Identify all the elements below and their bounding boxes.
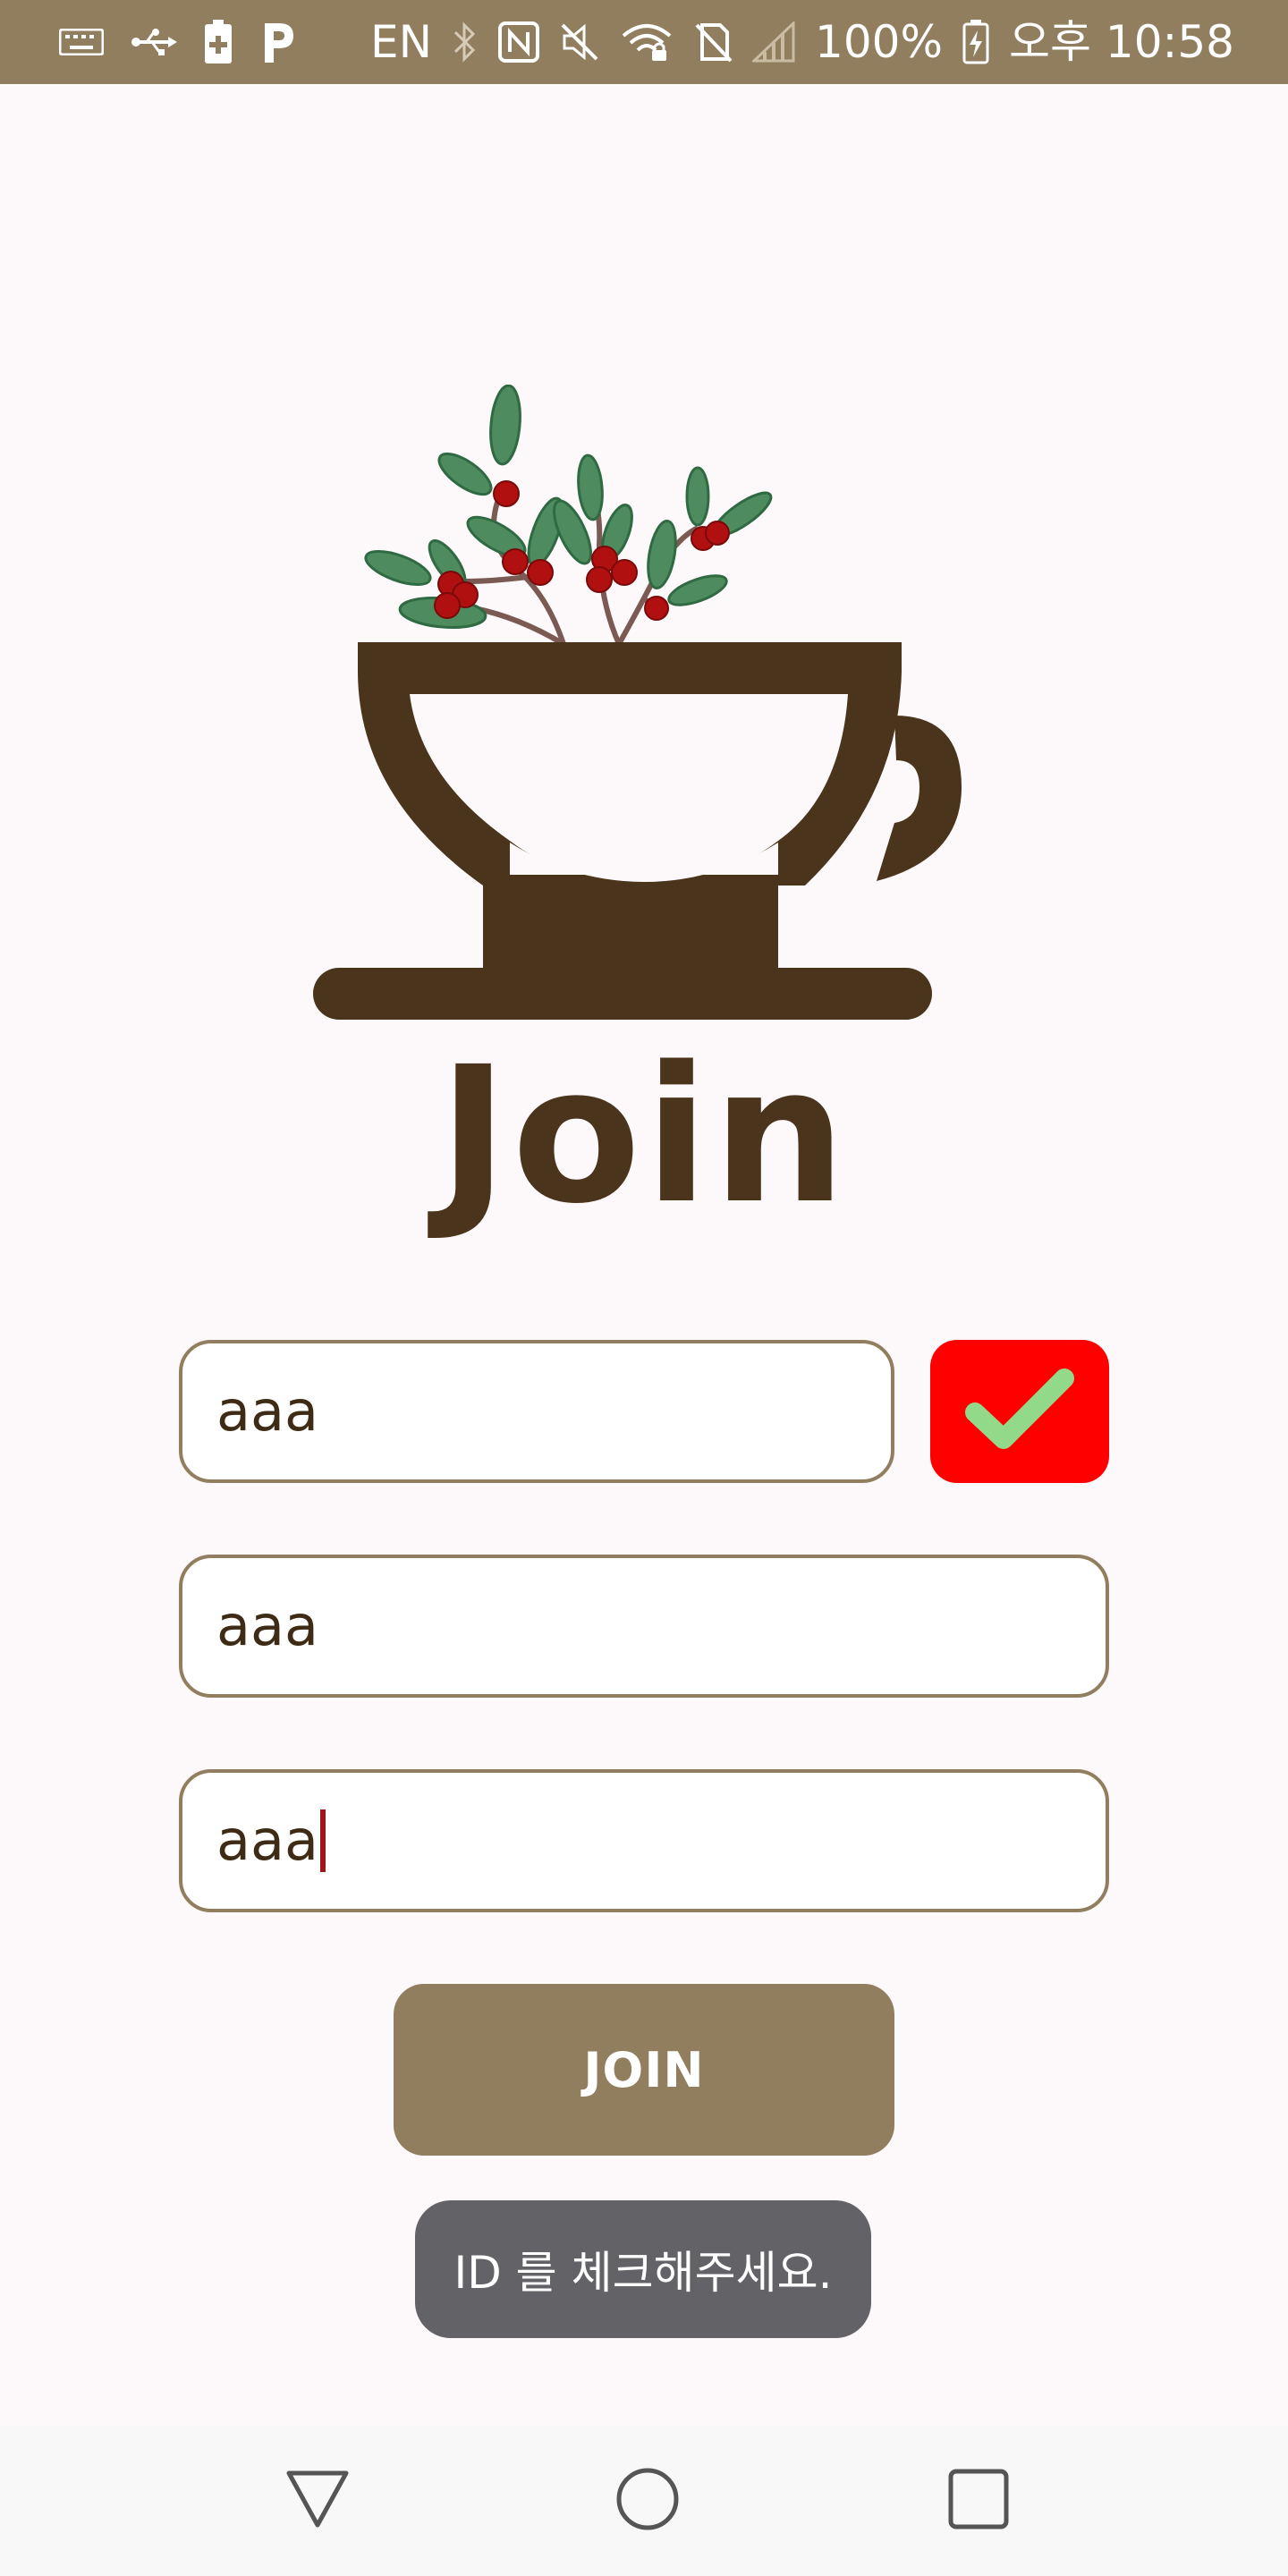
status-bar: EN 100% 오후 10:58 bbox=[0, 0, 1288, 84]
back-triangle-icon bbox=[284, 2468, 352, 2534]
toast-message: ID 를 체크해주세요. bbox=[415, 2200, 871, 2338]
join-button[interactable]: JOIN bbox=[394, 1984, 894, 2156]
password-confirm-input-value: aaa bbox=[216, 1808, 318, 1873]
status-bar-left-icons bbox=[59, 16, 295, 68]
wifi-icon bbox=[620, 21, 674, 63]
text-cursor bbox=[319, 1809, 326, 1872]
recents-square-icon bbox=[946, 2467, 1011, 2535]
parking-icon bbox=[259, 20, 295, 64]
mute-icon bbox=[559, 21, 600, 63]
page-title: Join bbox=[438, 1026, 850, 1245]
bluetooth-icon bbox=[452, 20, 479, 64]
no-sim-icon bbox=[693, 21, 733, 63]
language-indicator: EN bbox=[370, 16, 433, 68]
recents-button[interactable] bbox=[889, 2426, 1068, 2576]
status-bar-right: EN 100% 오후 10:58 bbox=[370, 11, 1234, 73]
home-button[interactable] bbox=[558, 2426, 737, 2576]
navigation-bar bbox=[0, 2426, 1288, 2576]
clock: 오후 10:58 bbox=[1009, 16, 1234, 68]
id-check-button[interactable] bbox=[930, 1340, 1109, 1483]
back-button[interactable] bbox=[228, 2426, 407, 2576]
id-input[interactable]: aaa bbox=[179, 1340, 894, 1483]
password-input[interactable]: aaa bbox=[179, 1555, 1109, 1698]
battery-percent: 100% bbox=[815, 16, 943, 68]
id-input-value: aaa bbox=[216, 1378, 318, 1444]
home-circle-icon bbox=[614, 2466, 681, 2536]
keyboard-icon bbox=[59, 29, 104, 55]
checkmark-icon bbox=[957, 1360, 1082, 1462]
password-confirm-input[interactable]: aaa bbox=[179, 1769, 1109, 1912]
app-logo bbox=[304, 384, 984, 1029]
battery-charging-icon bbox=[204, 20, 233, 64]
join-screen: EN 100% 오후 10:58 Join aaa aaa aaa JOIN I… bbox=[0, 0, 1288, 2576]
nfc-icon bbox=[498, 21, 540, 63]
battery-icon bbox=[962, 20, 989, 64]
usb-icon bbox=[131, 27, 177, 57]
signal-icon bbox=[752, 21, 795, 63]
password-input-value: aaa bbox=[216, 1593, 318, 1658]
